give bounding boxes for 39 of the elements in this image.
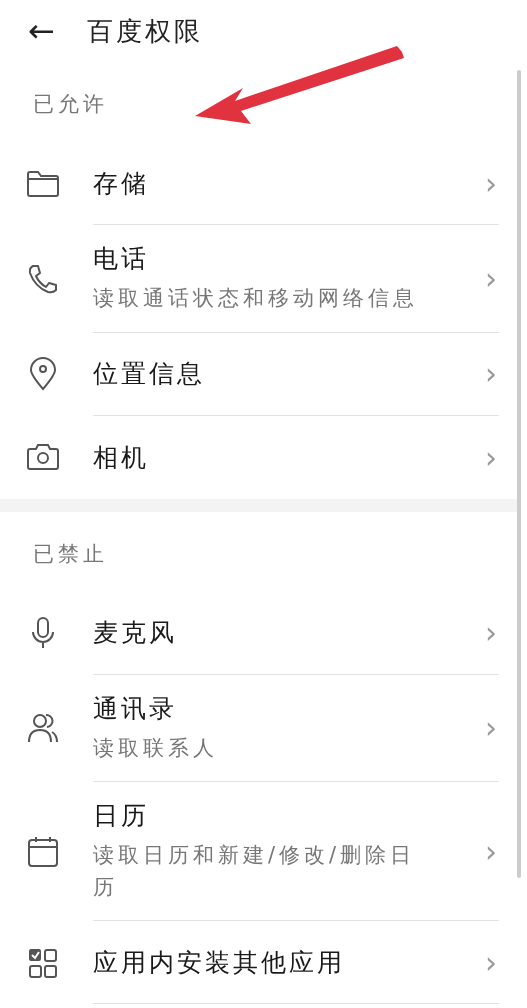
item-title: 相机 (93, 441, 150, 474)
permission-item[interactable]: 电话 读取通话状态和移动网络信息 › (0, 225, 527, 333)
permission-item[interactable]: 麦克风 › (0, 591, 527, 675)
item-title: 存储 (93, 167, 150, 200)
chevron-icon: › (485, 165, 499, 201)
permission-item[interactable]: 位置信息 › (0, 332, 527, 416)
section-label: 已禁止 (32, 540, 108, 568)
chevron-icon: › (485, 944, 499, 980)
back-button[interactable]: ← (24, 12, 59, 50)
item-title: 位置信息 (93, 358, 206, 390)
camera-icon (25, 443, 60, 471)
location-pin-icon (28, 357, 57, 391)
permission-item[interactable]: 通讯录 读取联系人 › (0, 674, 527, 782)
apps-icon (26, 946, 59, 979)
folder-icon (25, 169, 60, 198)
item-title: 通讯录 (93, 692, 178, 725)
item-description: 读取通话状态和移动网络信息 (93, 285, 419, 312)
item-description: 读取日历和新建/修改/删除日历 (93, 842, 417, 901)
item-title: 应用内安装其他应用 (93, 946, 346, 979)
page-title: 百度权限 (86, 14, 203, 48)
chevron-icon: › (485, 710, 499, 746)
microphone-icon (29, 616, 56, 650)
permission-item[interactable]: 日历 读取日历和新建/修改/删除日历 › (0, 782, 527, 921)
permission-item[interactable]: 存储 › (0, 142, 527, 225)
item-title: 麦克风 (93, 617, 178, 649)
chevron-icon: › (485, 615, 499, 650)
contacts-icon (26, 712, 59, 745)
item-title: 日历 (93, 800, 150, 832)
permission-item[interactable]: 相机 › (0, 415, 527, 499)
section-label: 已允许 (32, 91, 108, 118)
chevron-icon: › (485, 439, 499, 475)
calendar-icon (26, 835, 59, 868)
chevron-icon: › (485, 260, 499, 296)
item-title: 电话 (93, 243, 150, 275)
chevron-icon: › (485, 356, 499, 391)
permission-item[interactable]: 应用内安装其他应用 › (0, 921, 527, 1004)
chevron-icon: › (485, 833, 499, 869)
phone-icon (26, 262, 59, 295)
item-description: 读取联系人 (93, 734, 219, 762)
